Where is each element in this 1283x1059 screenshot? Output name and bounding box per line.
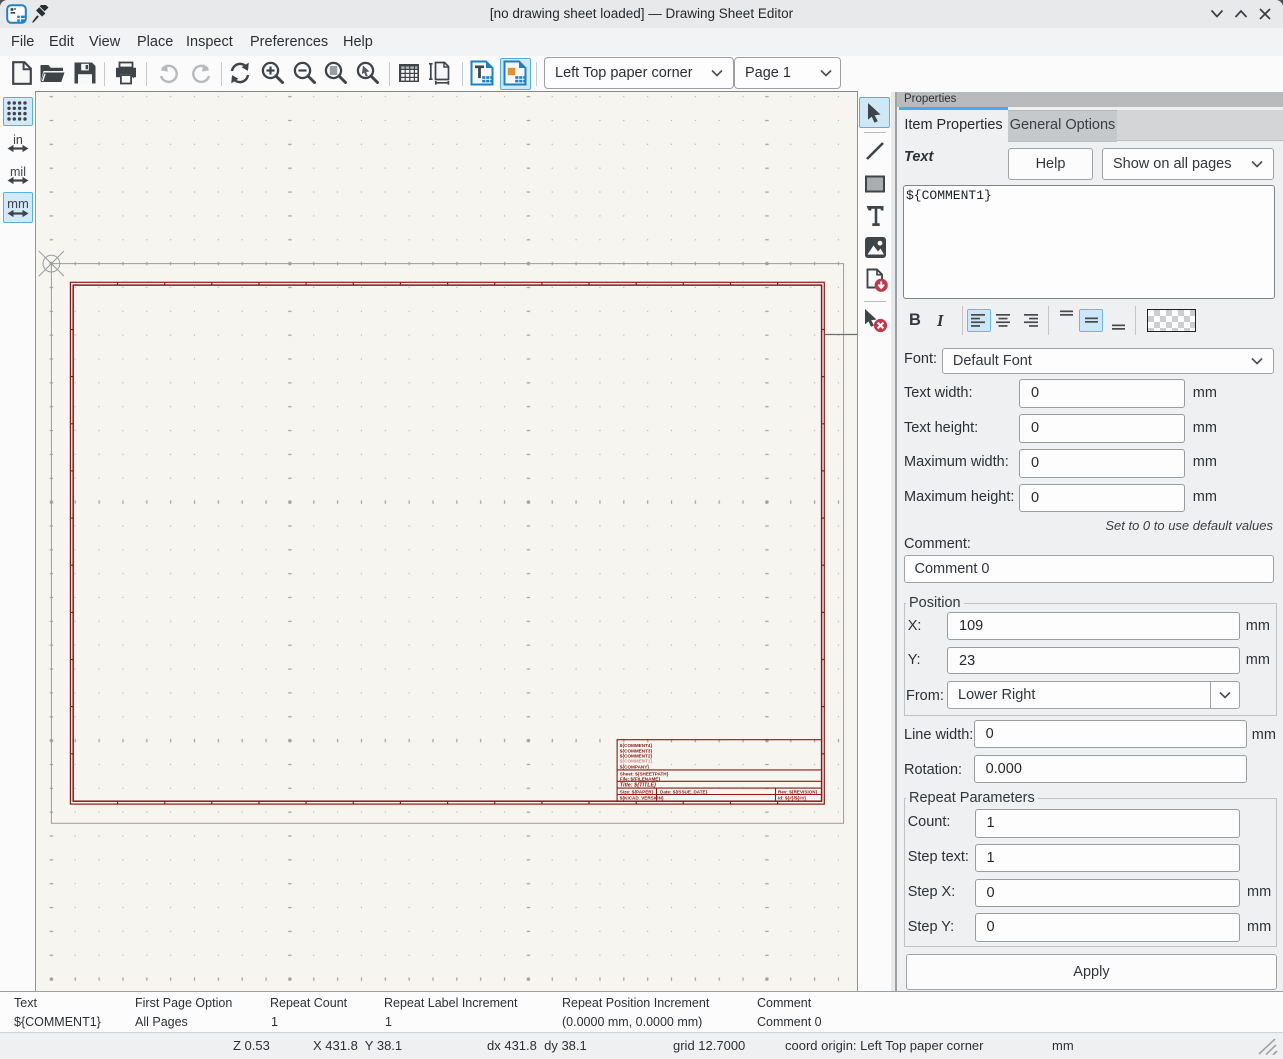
svg-text:mm: mm [7, 196, 29, 211]
svg-text:in: in [13, 134, 23, 147]
svg-text:Size: ${PAPER}: Size: ${PAPER} [620, 789, 654, 794]
svg-text:Id: ${#}/${##}: Id: ${#}/${##} [778, 796, 806, 801]
svg-text:mil: mil [10, 166, 26, 179]
svg-text:File: ${FILENAME}: File: ${FILENAME} [620, 776, 661, 781]
svg-text:Title: ${TITLE}: Title: ${TITLE} [620, 783, 657, 789]
svg-text:Date: ${ISSUE_DATE}: Date: ${ISSUE_DATE} [660, 789, 708, 794]
svg-text:Rev: ${REVISION}: Rev: ${REVISION} [778, 789, 818, 794]
svg-text:${COMPANY}: ${COMPANY} [620, 764, 649, 769]
svg-text:${COMMENT1}: ${COMMENT1} [620, 759, 653, 764]
svg-text:${KICAD_VERSION}: ${KICAD_VERSION} [620, 796, 664, 801]
svg-text:${COMMENT2}: ${COMMENT2} [620, 753, 653, 758]
